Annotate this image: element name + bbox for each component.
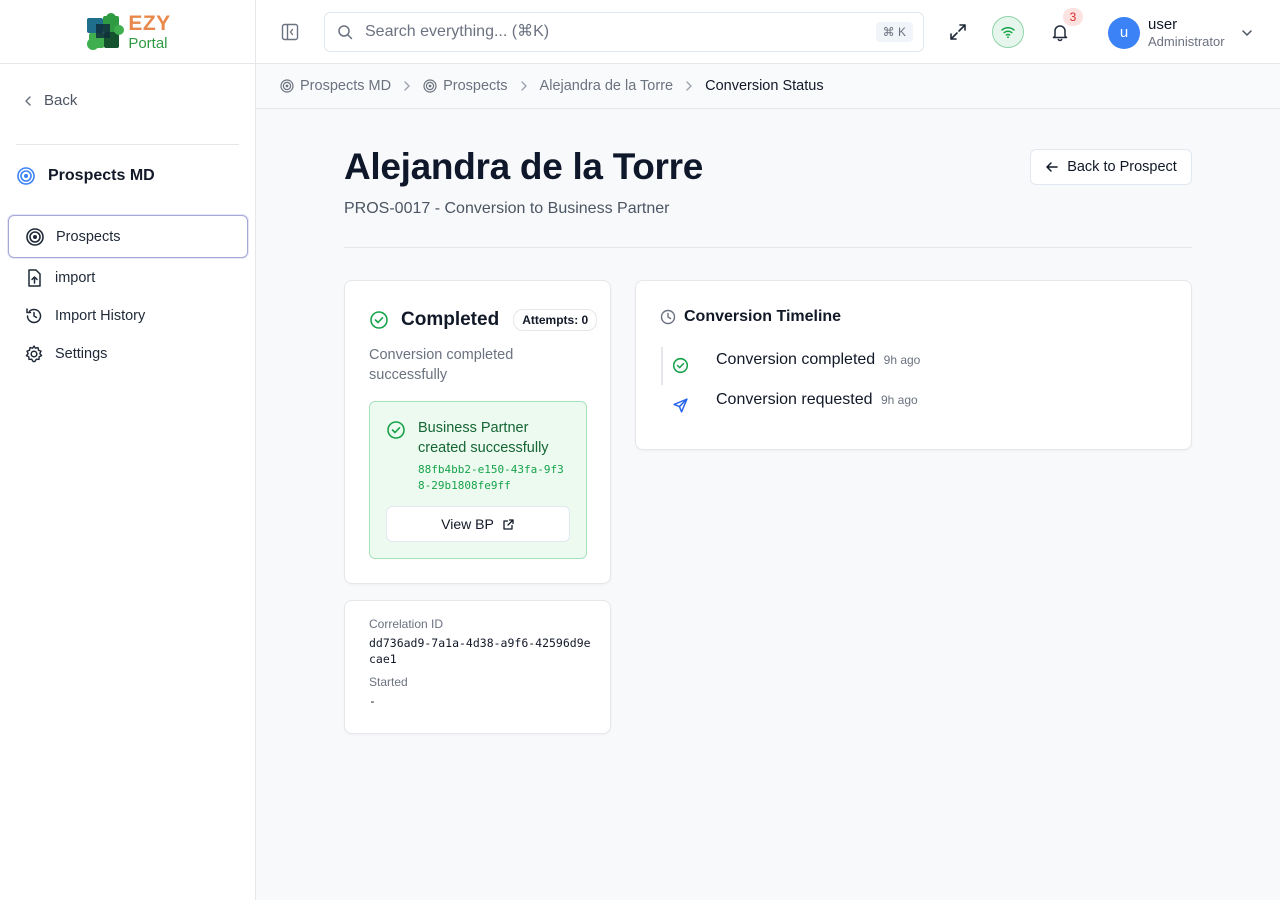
started-value: - — [369, 694, 376, 708]
sidebar-item-import[interactable]: import — [8, 259, 248, 297]
clock-icon — [660, 309, 676, 325]
header-divider — [344, 247, 1192, 248]
view-bp-label: View BP — [441, 516, 494, 532]
wifi-icon — [1000, 24, 1016, 40]
sidebar-back-link[interactable]: Back — [22, 92, 77, 109]
breadcrumb-item-prospects[interactable]: Prospects — [423, 78, 508, 94]
back-to-prospect-button[interactable]: Back to Prospect — [1030, 149, 1192, 185]
view-bp-button[interactable]: View BP — [386, 506, 570, 542]
ezy-portal-logo[interactable]: EZY Portal — [84, 12, 170, 52]
brand-portal: Portal — [128, 34, 168, 52]
notification-count-badge: 3 — [1063, 8, 1083, 26]
status-label: Completed — [401, 309, 500, 330]
puzzle-logo-icon — [84, 12, 126, 52]
timeline-item: Conversion completed 9h ago — [716, 351, 920, 369]
user-menu[interactable]: u user Administrator — [1108, 16, 1253, 50]
user-name: user — [1148, 16, 1178, 33]
timeline-item-time: 9h ago — [883, 353, 921, 367]
target-icon — [280, 79, 294, 93]
history-icon — [24, 306, 44, 326]
started-label: Started — [369, 675, 408, 689]
page-subtitle: PROS-0017 - Conversion to Business Partn… — [344, 200, 670, 217]
success-message: Business Partner created successfully — [418, 420, 549, 456]
page-title: Alejandra de la Torre — [344, 146, 704, 187]
global-search[interactable]: ⌘ K — [324, 12, 924, 52]
target-icon — [423, 79, 437, 93]
timeline-item: Conversion requested 9h ago — [716, 391, 918, 409]
breadcrumb-label: Conversion Status — [705, 78, 824, 94]
logo-area: EZY Portal — [0, 0, 255, 64]
conversion-timeline-card: Conversion Timeline Conversion completed… — [635, 280, 1192, 450]
breadcrumb-label: Alejandra de la Torre — [539, 78, 674, 94]
search-input[interactable] — [365, 23, 845, 41]
brand-ezy: EZY — [128, 11, 171, 35]
check-circle-icon — [672, 357, 689, 374]
conversion-status-card: Completed Attempts: 0 Conversion complet… — [344, 280, 611, 584]
avatar: u — [1108, 16, 1140, 49]
breadcrumb-item-current: Conversion Status — [705, 78, 823, 94]
connection-status-button[interactable] — [992, 16, 1024, 48]
correlation-id-value: dd736ad9-7a1a-4d38-a9f6-42596d9ecae1 — [369, 636, 591, 666]
status-description: Conversion completed successfully — [369, 347, 514, 383]
arrow-left-icon — [1045, 160, 1059, 174]
back-to-prospect-label: Back to Prospect — [1067, 159, 1177, 175]
file-upload-icon — [24, 268, 44, 288]
search-icon — [337, 24, 353, 40]
gear-icon — [24, 344, 44, 364]
sidebar-item-label: Settings — [55, 346, 108, 362]
sidebar: EZY Portal Back Prospects MD Prospects i — [0, 0, 256, 900]
sidebar-item-label: import — [55, 270, 96, 286]
timeline-item-title: Conversion completed — [716, 351, 876, 368]
timeline-item-title: Conversion requested — [716, 391, 873, 408]
correlation-id-label: Correlation ID — [369, 617, 444, 631]
chevron-left-icon — [22, 95, 34, 107]
chevron-right-icon — [518, 80, 530, 92]
sidebar-item-import-history[interactable]: Import History — [8, 297, 248, 335]
chevron-down-icon — [1241, 27, 1253, 39]
fullscreen-icon[interactable] — [948, 22, 968, 42]
module-title: Prospects MD — [16, 166, 155, 186]
business-partner-id: 88fb4bb2-e150-43fa-9f38-29b1808fe9ff — [418, 463, 564, 492]
sidebar-item-prospects[interactable]: Prospects — [8, 215, 248, 258]
chevron-right-icon — [683, 80, 695, 92]
send-icon — [672, 397, 689, 414]
top-header: ⌘ K 3 u user Administrator — [256, 0, 1280, 64]
timeline-connector — [661, 347, 663, 385]
timeline-item-time: 9h ago — [881, 393, 918, 407]
back-label: Back — [44, 92, 78, 109]
sidebar-item-label: Prospects — [56, 228, 121, 245]
check-circle-icon — [386, 420, 406, 440]
conversion-meta-card: Correlation ID dd736ad9-7a1a-4d38-a9f6-4… — [344, 600, 611, 734]
sidebar-nav: Prospects import Import History Settings — [8, 215, 248, 373]
breadcrumb-item-prospects-md[interactable]: Prospects MD — [280, 78, 391, 94]
sidebar-item-label: Import History — [55, 308, 146, 324]
module-title-label: Prospects MD — [48, 167, 155, 184]
sidebar-item-settings[interactable]: Settings — [8, 335, 248, 373]
check-circle-icon — [369, 310, 389, 330]
attempts-badge: Attempts: 0 — [513, 309, 598, 331]
user-role: Administrator — [1148, 34, 1225, 49]
breadcrumb-label: Prospects MD — [300, 78, 392, 94]
target-icon — [16, 166, 36, 186]
breadcrumb-item-prospect[interactable]: Alejandra de la Torre — [540, 78, 674, 94]
external-link-icon — [502, 518, 515, 531]
timeline-title: Conversion Timeline — [684, 308, 842, 325]
sidebar-toggle-icon[interactable] — [280, 22, 300, 42]
breadcrumb-label: Prospects — [443, 78, 508, 94]
chevron-right-icon — [401, 80, 413, 92]
search-shortcut: ⌘ K — [875, 22, 913, 42]
sidebar-divider — [16, 144, 239, 145]
target-icon — [25, 227, 45, 247]
success-panel: Business Partner created successfully 88… — [369, 401, 587, 559]
breadcrumb: Prospects MD Prospects Alejandra de la T… — [256, 64, 1280, 109]
